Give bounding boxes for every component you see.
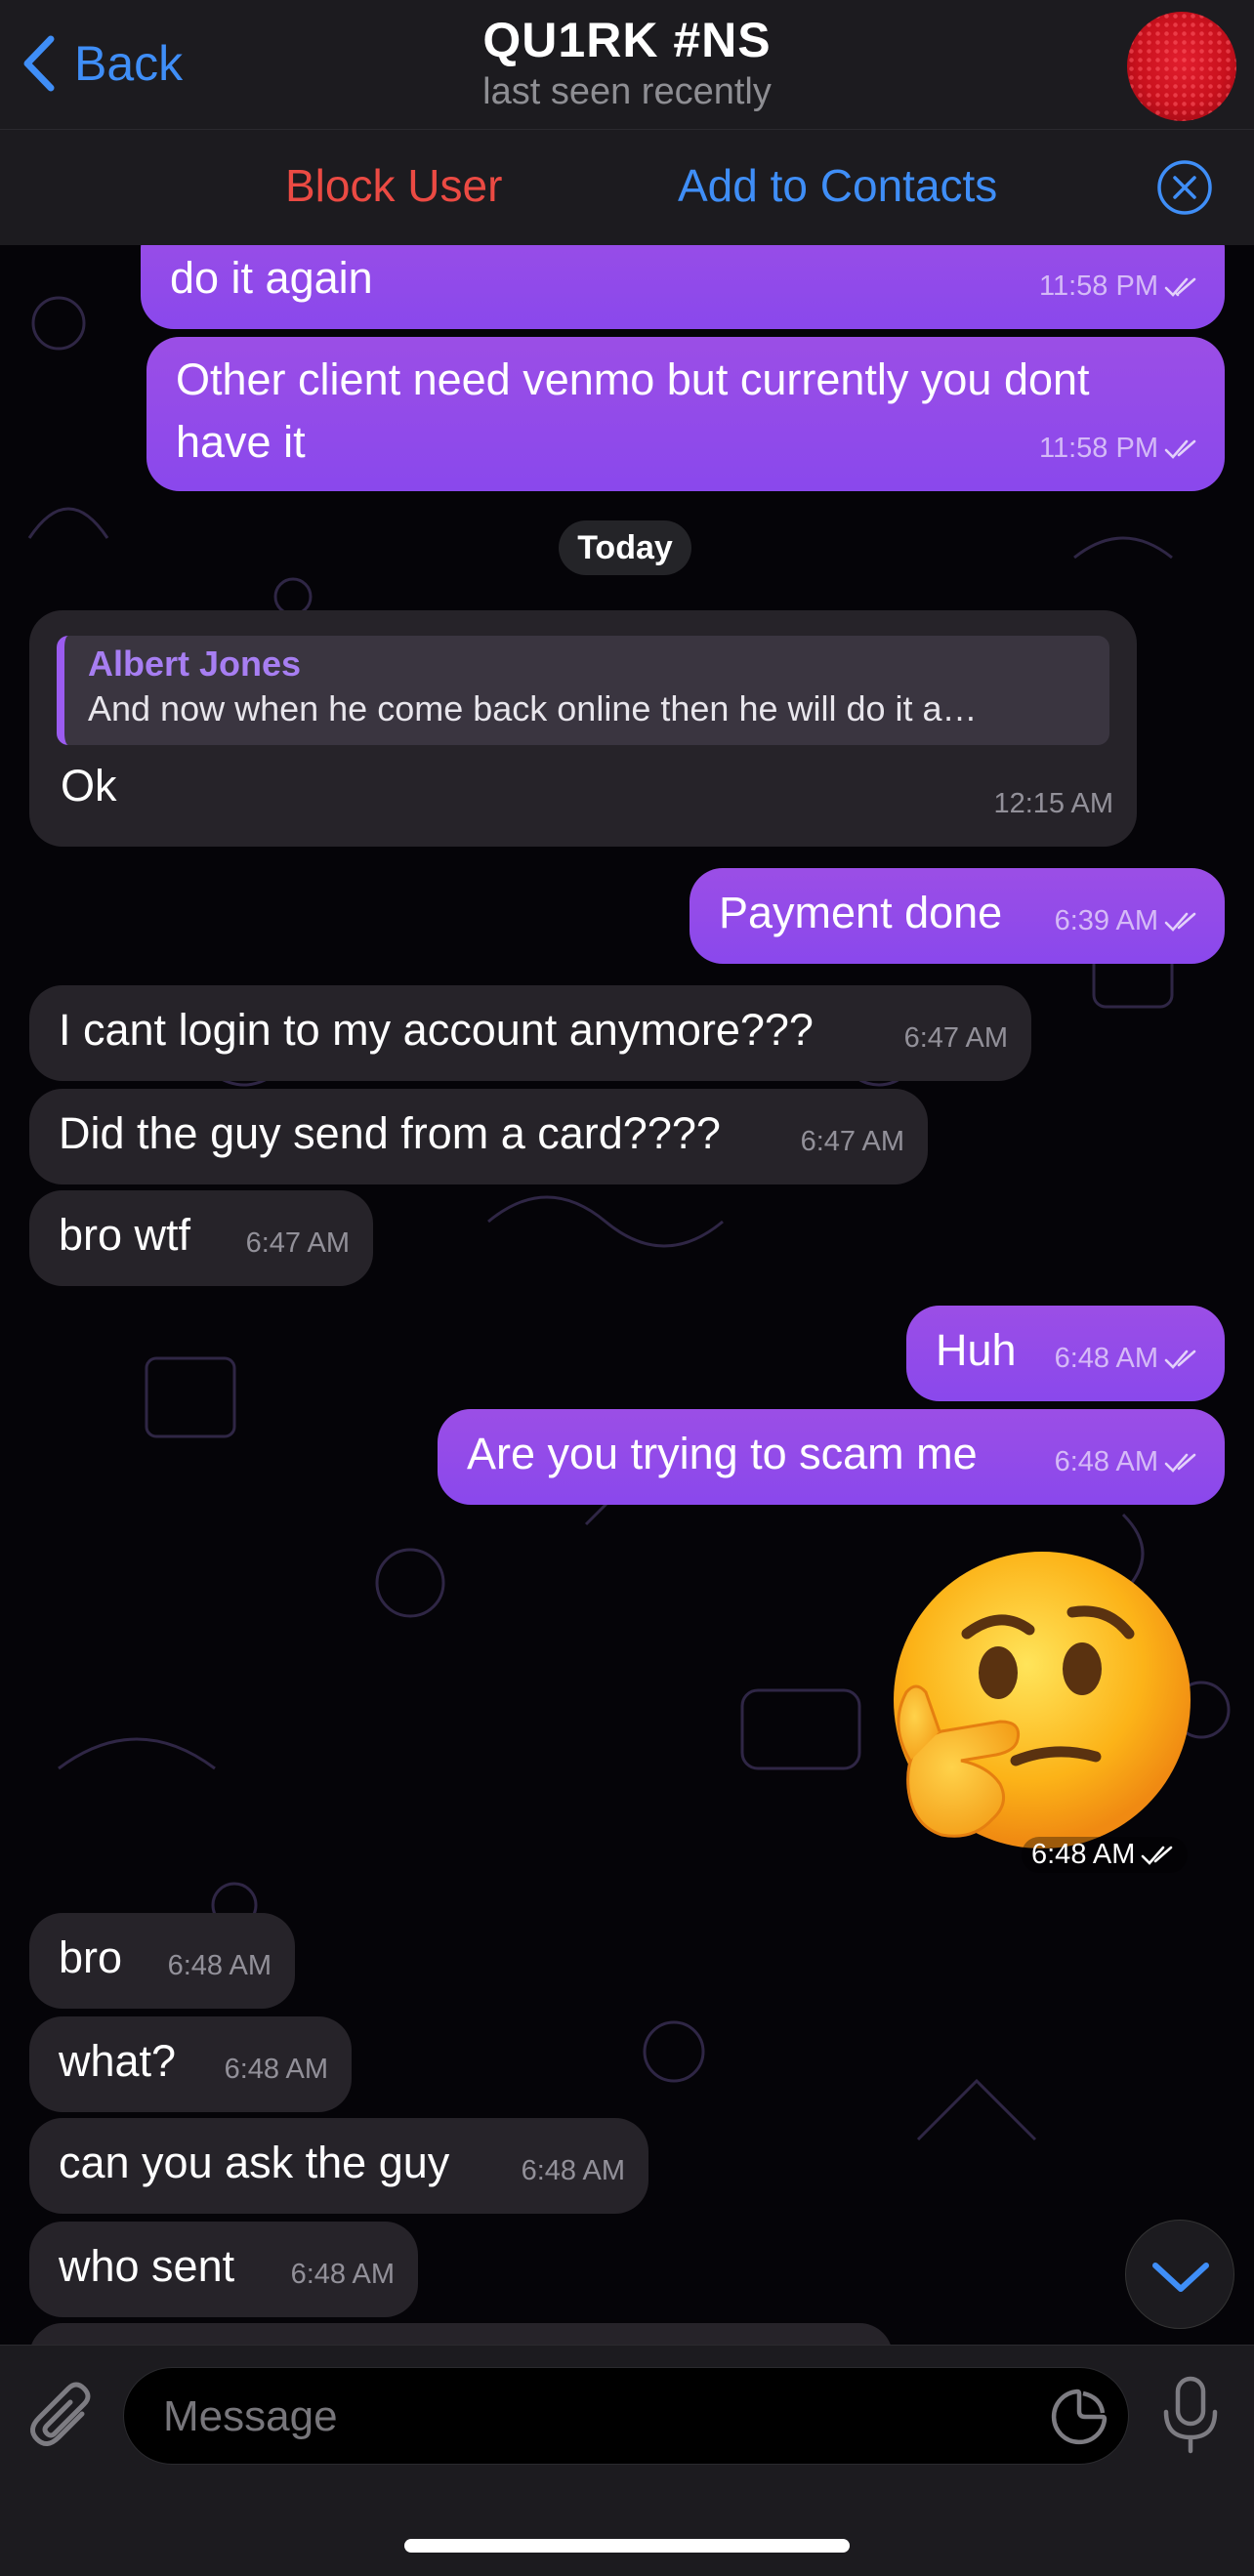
message-bubble-incoming[interactable]: bro 6:48 AM [29, 1913, 295, 2009]
message-time: 6:48 AM [167, 1950, 272, 1981]
reply-author: Albert Jones [88, 644, 302, 684]
scroll-to-bottom-button[interactable] [1125, 2220, 1234, 2329]
message-bubble-incoming[interactable]: I cant login to my account anymore??? 6:… [29, 985, 1031, 1081]
chat-title: QU1RK #NS [482, 13, 772, 67]
microphone-icon[interactable] [1158, 2375, 1223, 2457]
message-time: 11:58 PM [1039, 433, 1158, 464]
message-time: 6:47 AM [903, 1022, 1008, 1054]
read-ticks-icon [1164, 1350, 1196, 1370]
message-bubble-outgoing[interactable]: Huh 6:48 AM [906, 1306, 1225, 1401]
sticker-icon[interactable] [1048, 2386, 1110, 2448]
close-circle-icon[interactable] [1156, 159, 1213, 216]
reply-text: And now when he come back online then he… [88, 688, 978, 728]
message-text: Did the guy send from a card???? [59, 1108, 721, 1158]
chevron-down-icon [1152, 2263, 1209, 2292]
read-ticks-icon [1164, 278, 1196, 298]
thinking-face-emoji[interactable] [881, 1544, 1193, 1866]
message-list[interactable]: do it again 11:58 PM Other client need v… [0, 245, 1254, 2345]
block-user-button[interactable]: Block User [285, 159, 502, 212]
message-bubble-incoming[interactable]: bro wtf 6:47 AM [29, 1190, 373, 1286]
home-indicator [404, 2539, 850, 2553]
read-ticks-icon [1164, 1454, 1196, 1474]
chat-title-area[interactable]: QU1RK #NS last seen recently [0, 10, 1254, 113]
message-time: 6:47 AM [245, 1227, 350, 1259]
read-ticks-icon [1142, 1847, 1173, 1866]
message-time: 12:15 AM [993, 788, 1113, 819]
message-bubble-incoming[interactable] [29, 2323, 893, 2345]
read-ticks-icon [1164, 440, 1196, 460]
message-bubble-incoming[interactable]: can you ask the guy 6:48 AM [29, 2118, 648, 2214]
contact-action-bar: Block User Add to Contacts [0, 130, 1254, 245]
date-separator: Today [559, 520, 691, 575]
read-ticks-icon [1164, 913, 1196, 933]
message-bubble-outgoing[interactable]: Other client need venmo but currently yo… [146, 337, 1225, 491]
message-field[interactable] [123, 2367, 1129, 2466]
paperclip-icon[interactable] [29, 2381, 98, 2455]
message-input[interactable] [161, 2368, 1005, 2466]
chat-header: Back QU1RK #NS last seen recently [0, 0, 1254, 130]
message-bubble-outgoing[interactable]: Payment done 6:39 AM [690, 868, 1225, 964]
message-time: 6:39 AM [1054, 905, 1158, 936]
message-bubble-incoming[interactable]: who sent 6:48 AM [29, 2222, 418, 2317]
message-bubble-outgoing[interactable]: do it again 11:58 PM [141, 245, 1225, 329]
message-bubble-incoming[interactable]: Did the guy send from a card???? 6:47 AM [29, 1089, 928, 1184]
message-time: 6:48 AM [1031, 1839, 1136, 1870]
message-time: 6:47 AM [800, 1126, 904, 1157]
add-to-contacts-button[interactable]: Add to Contacts [678, 159, 997, 212]
message-bubble-outgoing[interactable]: Are you trying to scam me 6:48 AM [438, 1409, 1225, 1505]
last-seen-status: last seen recently [482, 71, 772, 112]
message-time: 6:48 AM [521, 2155, 625, 2186]
message-time: 6:48 AM [290, 2259, 395, 2290]
reply-preview[interactable]: Albert Jones And now when he come back o… [57, 636, 1109, 745]
message-time: 11:58 PM [1039, 270, 1158, 302]
message-time: 6:48 AM [224, 2054, 328, 2085]
message-bubble-incoming[interactable]: what? 6:48 AM [29, 2016, 352, 2112]
message-text: I cant login to my account anymore??? [59, 1005, 814, 1055]
message-text: Ok [61, 761, 117, 810]
message-bubble-incoming[interactable]: Albert Jones And now when he come back o… [29, 610, 1137, 847]
avatar[interactable] [1127, 12, 1236, 121]
message-time: 6:48 AM [1054, 1343, 1158, 1374]
message-time: 6:48 AM [1054, 1446, 1158, 1477]
